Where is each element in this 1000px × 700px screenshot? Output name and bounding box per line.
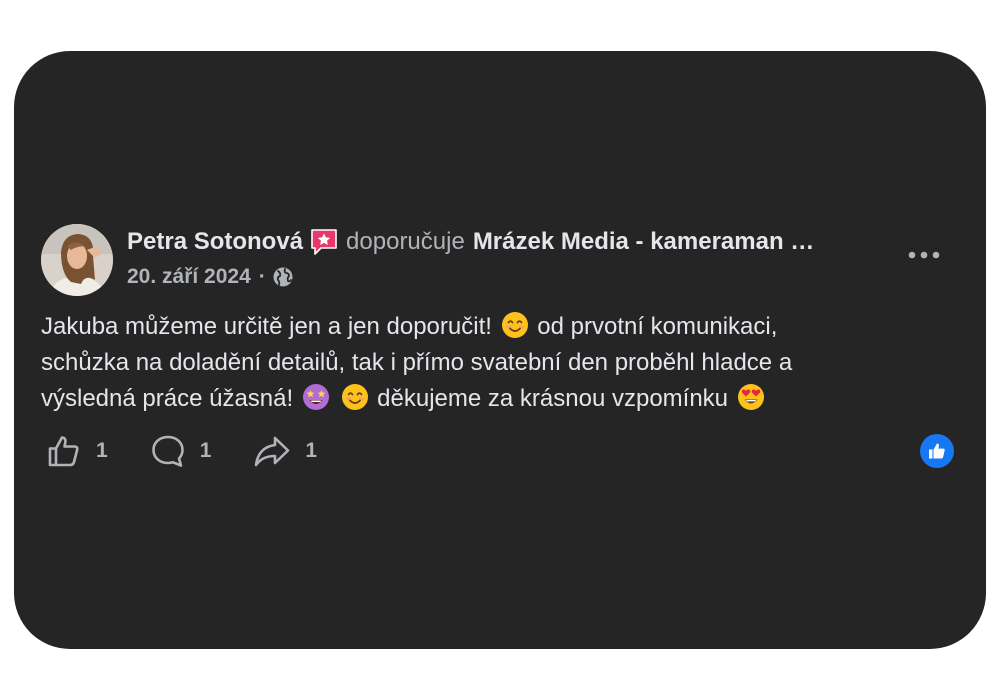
post-meta: 20. září 2024 · — [127, 262, 294, 292]
post-text-line-2: schůzka na doladění detailů, tak i přímo… — [41, 349, 793, 376]
recommended-page-name[interactable]: Mrázek Media - kameraman … — [473, 225, 814, 259]
post-text-segment: výsledná práce úžasná! — [41, 385, 294, 412]
smiling-face-emoji — [501, 311, 529, 339]
post-text-segment: Jakuba můžeme určitě jen a jen doporučit… — [41, 313, 492, 340]
meta-separator: · — [258, 265, 266, 288]
more-dots-icon — [908, 251, 940, 259]
post-text-segment: od prvotní komunikaci, — [537, 313, 778, 340]
post-text: Jakuba můžeme určitě jen a jen doporučit… — [41, 309, 941, 417]
post-text-segment: děkujeme za krásnou vzpomínku — [377, 385, 729, 412]
like-button[interactable]: 1 — [46, 433, 108, 469]
post-actions: 1 1 1 — [46, 431, 317, 471]
author-name[interactable]: Petra Sotonová — [127, 225, 303, 259]
avatar[interactable] — [41, 224, 113, 296]
recommendation-badge-icon — [309, 227, 339, 257]
avatar-photo — [41, 224, 113, 296]
recommends-label: doporučuje — [346, 228, 465, 255]
post-date[interactable]: 20. září 2024 — [127, 265, 251, 289]
smiling-face-emoji — [341, 383, 369, 411]
share-count: 1 — [305, 439, 318, 462]
share-arrow-icon — [255, 436, 290, 467]
heart-eyes-emoji — [737, 383, 765, 411]
star-struck-emoji — [302, 383, 330, 411]
comment-button[interactable]: 1 — [150, 433, 212, 469]
post-text-line-1: Jakuba můžeme určitě jen a jen doporučit… — [41, 309, 941, 345]
comment-bubble-icon — [151, 435, 184, 467]
like-reaction-icon[interactable] — [920, 434, 954, 468]
more-options-button[interactable] — [894, 237, 954, 273]
globe-icon[interactable] — [272, 266, 294, 288]
share-button[interactable]: 1 — [253, 433, 317, 469]
like-count: 1 — [96, 439, 108, 462]
post-text-line-3: výsledná práce úžasná! děkujeme za krásn… — [41, 381, 941, 417]
post-card: Petra Sotonová doporučuje Mrázek Media -… — [14, 51, 986, 649]
comment-count: 1 — [199, 439, 212, 462]
post-header: Petra Sotonová doporučuje Mrázek Media -… — [127, 225, 814, 259]
thumbs-up-icon — [48, 436, 79, 467]
